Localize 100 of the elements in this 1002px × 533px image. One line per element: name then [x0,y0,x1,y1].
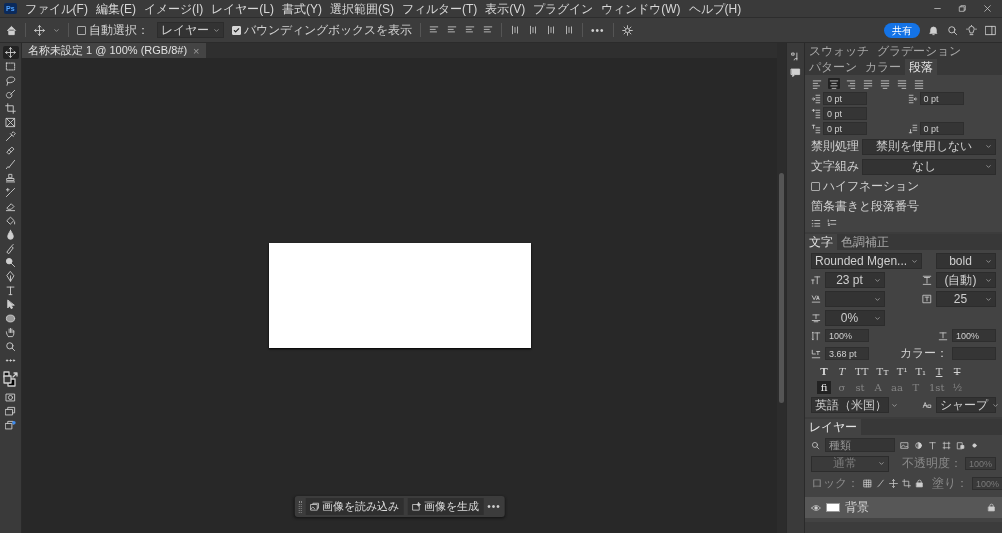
comment-icon[interactable] [790,67,801,78]
text-style-button[interactable]: T₁ [913,365,929,378]
crop-icon[interactable] [5,103,16,114]
setting-dropdown[interactable]: 禁則を使用しない [862,138,996,155]
screen-mode-icon[interactable] [5,406,16,417]
pen-icon[interactable] [5,271,16,282]
paint-bucket-icon[interactable] [5,215,16,226]
settings-icon[interactable] [621,24,633,36]
menu-item[interactable]: フィルター(T) [401,1,478,16]
leading-dropdown[interactable]: (自動) [936,272,996,288]
move-icon[interactable] [889,479,898,488]
dodge-icon[interactable] [5,257,16,268]
menu-item[interactable]: ファイル(F) [24,1,88,16]
scrollbar-thumb[interactable] [779,173,784,403]
drop-icon[interactable] [5,229,16,240]
align-icon[interactable] [546,25,556,35]
indent-field[interactable]: 0 pt [919,92,964,105]
align-icon[interactable] [483,25,493,35]
checkbox[interactable] [232,25,241,35]
align-icon[interactable] [564,25,574,35]
menu-item[interactable]: ヘルプ(H) [688,1,742,16]
workspace-icon[interactable] [985,24,996,36]
setting-dropdown[interactable]: なし [862,158,996,175]
search-icon[interactable] [947,24,958,36]
filter-toggle-icon[interactable] [970,440,979,450]
text-align-icon[interactable] [914,78,924,89]
eraser-icon[interactable] [5,201,16,212]
brush-icon[interactable] [5,159,16,170]
selection-brush-icon[interactable] [5,89,16,100]
text-align-icon[interactable] [880,78,890,89]
color-swatches-icon[interactable] [2,369,19,389]
text-align-icon[interactable] [812,78,822,89]
bulleted-list-icon[interactable] [811,218,821,228]
eye-icon[interactable] [811,502,821,513]
menu-item[interactable]: 選択範囲(S) [329,1,394,16]
checkbox[interactable] [77,25,86,35]
text-align-icon[interactable] [846,78,856,89]
type-filter-icon[interactable] [928,440,937,450]
stamp-icon[interactable] [5,173,16,184]
pointer-icon[interactable] [5,299,16,310]
move-icon[interactable] [5,47,16,58]
checkbox[interactable] [811,182,820,191]
align-icon[interactable] [465,25,475,35]
indent-field[interactable]: 0 pt [823,107,867,120]
dashed-rectangle-icon[interactable] [5,61,16,72]
generative-icon[interactable] [5,420,16,431]
lightbulb-icon[interactable] [966,24,977,36]
restore-icon[interactable] [958,4,967,13]
tracking-dropdown[interactable]: 25 [936,291,996,307]
shape-filter-icon[interactable] [942,440,951,450]
home-icon[interactable] [6,24,17,36]
share-button[interactable]: 共有 [884,22,920,38]
document-tab[interactable]: 名称未設定 1 @ 100% (RGB/8#) × [22,43,206,58]
horizontal-scale-field[interactable]: 100% [952,329,996,342]
history-brush-icon[interactable] [5,187,16,198]
crop-icon[interactable] [902,479,911,488]
caret-icon[interactable] [53,26,60,34]
zoom-icon[interactable] [5,341,16,352]
opentype-button[interactable]: fi [817,381,831,394]
text-style-button[interactable]: TT [853,365,871,378]
tsume-dropdown[interactable]: 0% [825,310,885,326]
align-icon[interactable] [447,25,457,35]
more-button[interactable]: ••• [487,501,501,512]
text-style-button[interactable]: T [950,365,965,378]
text-style-button[interactable]: T [835,365,849,378]
panel-tab[interactable]: 文字 [805,234,837,250]
vertical-scale-field[interactable]: 100% [825,329,869,342]
lock-icon[interactable] [915,479,924,488]
type-tool-icon[interactable] [5,285,16,296]
image-filter-icon[interactable] [900,440,909,450]
menu-item[interactable]: 編集(E) [95,1,136,16]
font-family-dropdown[interactable]: Rounded Mgen... [811,253,923,269]
bell-icon[interactable] [928,24,939,36]
panel-tab[interactable]: カラー [861,59,905,75]
panel-tab[interactable]: グラデーション [873,43,965,59]
numbered-list-icon[interactable] [827,218,837,228]
move-icon[interactable] [34,24,45,36]
adjustment-filter-icon[interactable] [914,440,923,450]
align-icon[interactable] [528,25,538,35]
filter-field[interactable]: 種類 [825,438,895,452]
lasso-icon[interactable] [5,75,16,86]
close-icon[interactable] [983,4,992,13]
text-align-icon[interactable] [863,78,873,89]
hand-icon[interactable] [5,327,16,338]
text-style-button[interactable]: T [817,365,831,378]
bandage-icon[interactable] [5,145,16,156]
eyedropper-icon[interactable] [5,131,16,142]
menu-item[interactable]: ウィンドウ(W) [601,1,681,16]
panel-tab[interactable]: レイヤー [805,419,861,435]
more-button[interactable]: ••• [591,24,605,36]
quick-mask-icon[interactable] [5,392,16,403]
lock-pixels-icon[interactable] [863,479,872,488]
text-style-button[interactable]: T¹ [894,365,910,378]
text-align-icon[interactable] [897,78,907,89]
indent-field[interactable]: 0 pt [823,92,867,105]
indent-field[interactable]: 0 pt [919,122,964,135]
smart-object-filter-icon[interactable] [956,440,965,450]
font-style-dropdown[interactable]: bold [936,253,996,269]
close-tab-button[interactable]: × [193,44,200,57]
frame-icon[interactable] [5,117,16,128]
